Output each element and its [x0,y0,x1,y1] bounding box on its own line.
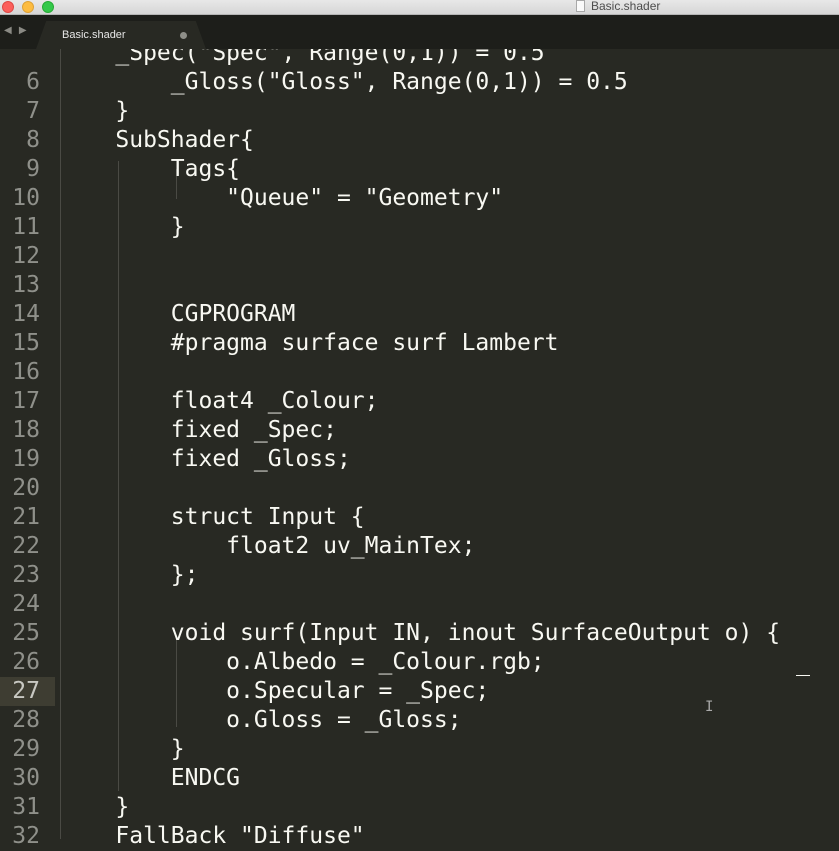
code-text: #pragma surface surf Lambert [60,330,559,356]
code-text: _Spec("Spec", Range(0,1)) = 0.5 [60,49,545,66]
code-line[interactable]: 6 _Gloss("Gloss", Range(0,1)) = 0.5 [0,68,839,97]
line-number: 16 [12,359,40,385]
code-line[interactable]: 17 float4 _Colour; [0,387,839,416]
minimize-window-button[interactable] [22,1,34,13]
window-title: Basic.shader [591,0,661,13]
code-line[interactable]: 20 [0,474,839,503]
unsaved-dot-icon[interactable] [180,32,187,39]
line-number: 9 [26,156,40,182]
line-number: 14 [12,301,40,327]
line-number: 23 [12,562,40,588]
code-text: CGPROGRAM [60,301,296,327]
code-text: FallBack "Diffuse" [60,823,365,849]
code-editor[interactable]: _Spec("Spec", Range(0,1)) = 0.5 6 _Gloss(… [0,49,839,851]
line-number: 8 [26,127,40,153]
code-line[interactable]: 21 struct Input { [0,503,839,532]
code-line[interactable]: 7 } [0,97,839,126]
code-line[interactable]: 14 CGPROGRAM [0,300,839,329]
line-number: 29 [12,736,40,762]
line-number: 30 [12,765,40,791]
line-number: 26 [12,649,40,675]
document-icon [576,0,585,12]
title-bar: Basic.shader [0,0,839,15]
line-number: 12 [12,243,40,269]
code-line[interactable]: 24 [0,590,839,619]
line-number: 7 [26,98,40,124]
code-text: _Gloss("Gloss", Range(0,1)) = 0.5 [60,69,628,95]
code-line[interactable]: 25 void surf(Input IN, inout SurfaceOutp… [0,619,839,648]
code-text: }; [60,562,199,588]
tab-navigation-arrows[interactable]: ◀ ▶ [4,25,29,36]
code-line[interactable]: 10 "Queue" = "Geometry" [0,184,839,213]
code-line[interactable]: 13 [0,271,839,300]
code-line[interactable]: 19 fixed _Gloss; [0,445,839,474]
matching-brace-underline [796,675,810,676]
code-line[interactable]: _Spec("Spec", Range(0,1)) = 0.5 [0,49,839,68]
code-text: } [60,736,185,762]
line-number: 17 [12,388,40,414]
code-text: fixed _Gloss; [60,446,351,472]
code-line[interactable]: 11 } [0,213,839,242]
code-text: o.Albedo = _Colour.rgb; [60,649,545,675]
code-text: SubShader{ [60,127,254,153]
line-number: 11 [12,214,40,240]
code-text: } [60,794,130,820]
code-text: void surf(Input IN, inout SurfaceOutput … [60,620,781,646]
line-number: 19 [12,446,40,472]
line-number: 20 [12,475,40,501]
code-line[interactable]: 23 }; [0,561,839,590]
line-number: 27 [12,678,40,704]
line-number: 24 [12,591,40,617]
line-number: 13 [12,272,40,298]
code-line[interactable]: 22 float2 uv_MainTex; [0,532,839,561]
line-number: 18 [12,417,40,443]
code-line[interactable]: 32 FallBack "Diffuse" [0,822,839,851]
code-line[interactable]: 26 o.Albedo = _Colour.rgb; [0,648,839,677]
code-line[interactable]: 29 } [0,735,839,764]
line-number: 32 [12,823,40,849]
code-text: float4 _Colour; [60,388,379,414]
line-number: 10 [12,185,40,211]
code-line[interactable]: 9 Tags{ [0,155,839,184]
code-line[interactable]: 12 [0,242,839,271]
line-number: 31 [12,794,40,820]
mouse-ibeam-cursor-icon: I [705,699,714,715]
line-number: 28 [12,707,40,733]
code-text: o.Specular = _Spec; [60,678,490,704]
line-number: 21 [12,504,40,530]
code-text: } [60,98,130,124]
code-text: "Queue" = "Geometry" [60,185,504,211]
code-line[interactable]: 15 #pragma surface surf Lambert [0,329,839,358]
code-line[interactable]: 8 SubShader{ [0,126,839,155]
line-number: 15 [12,330,40,356]
code-line[interactable]: 30 ENDCG [0,764,839,793]
code-text: ENDCG [60,765,241,791]
tab-bar: ◀ ▶ Basic.shader [0,15,839,49]
code-line[interactable]: 31 } [0,793,839,822]
zoom-window-button[interactable] [42,1,54,13]
line-number: 22 [12,533,40,559]
close-window-button[interactable] [2,1,14,13]
tab-label: Basic.shader [62,29,126,41]
code-line[interactable]: 18 fixed _Spec; [0,416,839,445]
code-text: struct Input { [60,504,365,530]
code-text: } [60,214,185,240]
line-number: 25 [12,620,40,646]
code-line[interactable]: 16 [0,358,839,387]
code-text: o.Gloss = _Gloss; [60,707,462,733]
tab-basic-shader[interactable]: Basic.shader [36,21,206,49]
editor-window: Basic.shader ◀ ▶ Basic.shader _Spec("Spe… [0,0,839,851]
code-text: float2 uv_MainTex; [60,533,476,559]
line-number: 6 [26,69,40,95]
code-text: Tags{ [60,156,241,182]
code-text: fixed _Spec; [60,417,337,443]
